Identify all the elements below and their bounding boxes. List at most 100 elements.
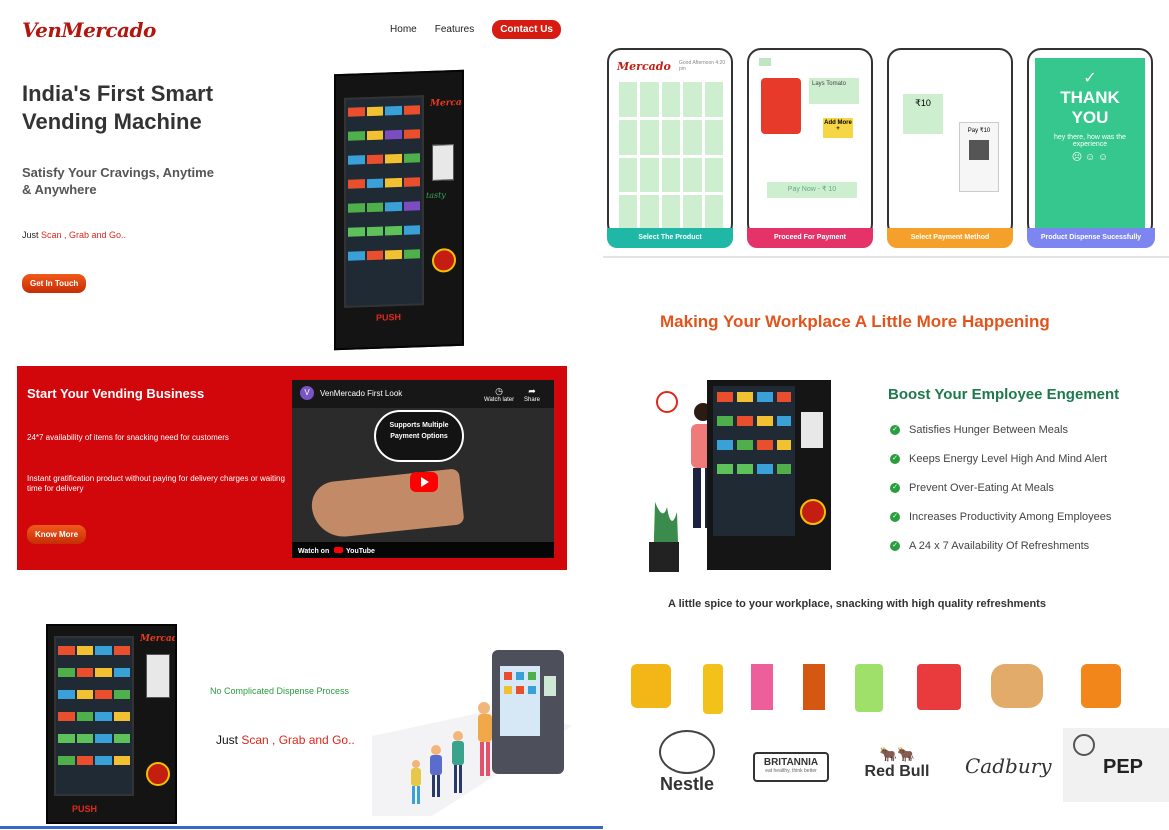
back-icon[interactable]	[759, 58, 771, 66]
payment-options-bubble: Supports Multiple Payment Options	[374, 410, 464, 462]
vending-point-availability: 24*7 availability of items for snacking …	[27, 433, 229, 442]
channel-avatar[interactable]: V	[300, 386, 314, 400]
hero-subtitle: Satisfy Your Cravings, Anytime & Anywher…	[22, 165, 214, 197]
product-name: Lays Tomato	[809, 78, 859, 104]
workplace-heading: Making Your Workplace A Little More Happ…	[660, 312, 1050, 331]
benefit-text: Prevent Over-Eating At Meals	[909, 482, 1054, 494]
share-button[interactable]: ➦ Share	[524, 386, 540, 403]
pepsico-label: PEP	[1103, 756, 1144, 778]
add-more-button[interactable]: Add More +	[823, 118, 853, 138]
machine-push-label: PUSH	[376, 311, 402, 323]
watch-on-label: Watch on	[298, 548, 330, 555]
juice-box-icon	[751, 664, 773, 710]
check-circle-icon: ✓	[890, 425, 900, 435]
tagline-highlight: Scan , Grab and Go..	[241, 733, 355, 747]
amount-card: ₹10	[903, 94, 943, 134]
bird-nest-icon	[659, 730, 715, 774]
check-circle-icon: ✓	[890, 483, 900, 493]
rating-faces-icon[interactable]: ☹ ☺ ☺	[1035, 152, 1145, 163]
tagline-prefix: Just	[216, 733, 242, 747]
britannia-logo: BRITANNIA eat healthy, think better	[753, 752, 829, 782]
you-text: YOU	[1071, 108, 1109, 127]
snack-tube-icon	[803, 664, 825, 710]
benefit-item: ✓ Increases Productivity Among Employees	[890, 511, 1111, 540]
benefit-item: ✓ Satisfies Hunger Between Meals	[890, 424, 1111, 453]
play-button-icon[interactable]	[410, 472, 438, 492]
spice-tagline: A little spice to your workplace, snacki…	[668, 598, 1046, 610]
crisps-bag-icon	[917, 664, 961, 710]
nav-features-link[interactable]: Features	[435, 24, 474, 35]
drink-bottle-icon	[703, 664, 723, 714]
clock-icon: ◷	[495, 386, 503, 396]
lays-pack-image	[761, 78, 801, 134]
watch-later-button[interactable]: ◷ Watch later	[484, 386, 514, 403]
sandwich-icon	[991, 664, 1043, 708]
youtube-label: YouTube	[346, 548, 375, 555]
contact-us-button[interactable]: Contact Us	[492, 20, 561, 39]
phone-payment-method: ₹10 Pay ₹10	[887, 48, 1013, 238]
watch-later-label: Watch later	[484, 397, 515, 403]
landing-right-panel: Mercado Good Afternoon 4:20 pm Select Th…	[603, 0, 1169, 830]
boost-engagement-title: Boost Your Employee Engement	[888, 386, 1120, 403]
landing-left-panel: VenMercado Home Features Contact Us Indi…	[0, 0, 603, 830]
youtube-video-embed[interactable]: V VenMercado First Look ◷ Watch later ➦ …	[292, 380, 554, 558]
check-circle-icon: ✓	[890, 541, 900, 551]
britannia-label: BRITANNIA	[763, 757, 819, 768]
share-icon: ➦	[528, 386, 536, 396]
nestle-logo: Nestle	[651, 730, 723, 804]
product-grid	[619, 82, 723, 230]
share-label: Share	[524, 397, 541, 403]
venmercado-logo[interactable]: VenMercado	[22, 18, 156, 42]
benefit-text: Increases Productivity Among Employees	[909, 511, 1112, 523]
benefit-item: ✓ A 24 x 7 Availability Of Refreshments	[890, 540, 1111, 569]
benefit-text: Satisfies Hunger Between Meals	[909, 424, 1068, 436]
thank-text: THANK	[1060, 88, 1120, 107]
video-title[interactable]: VenMercado First Look	[320, 389, 402, 398]
section-divider	[603, 256, 1169, 258]
check-icon: ✓	[1083, 70, 1097, 87]
dispense-vending-machine-image: Mercado PUSH	[46, 624, 177, 824]
section-divider-line	[0, 826, 603, 829]
family-vending-illustration	[372, 650, 572, 816]
youtube-icon	[334, 547, 344, 553]
man-vending-illustration	[649, 380, 831, 572]
know-more-button[interactable]: Know More	[27, 525, 87, 544]
watch-on-youtube-link[interactable]: Watch on YouTube	[298, 547, 375, 555]
machine-touchscreen	[146, 654, 170, 698]
pay-now-button[interactable]: Pay Now - ₹ 10	[767, 182, 857, 198]
vending-business-banner: Start Your Vending Business 24*7 availab…	[17, 366, 567, 570]
machine-doodle: tasty	[426, 190, 446, 201]
tagline-prefix: Just	[22, 230, 42, 240]
vending-point-gratification: Instant gratification product without pa…	[27, 474, 285, 493]
red-bull-label: Red Bull	[864, 763, 930, 780]
dispense-tagline: Just Scan , Grab and Go..	[216, 733, 355, 747]
qr-pay-label: Pay ₹10	[967, 128, 991, 134]
hero-vending-machine-image: Mercado tasty PUSH	[334, 69, 464, 351]
step-payment-method: Select Payment Method	[887, 228, 1013, 248]
phone-proceed-payment: Lays Tomato Add More + Pay Now - ₹ 10	[747, 48, 873, 238]
biscuit-pack-icon	[1081, 664, 1121, 708]
phone-dispense-success: ✓ THANK YOU hey there, how was the exper…	[1027, 48, 1153, 238]
nestle-label: Nestle	[659, 774, 715, 794]
bulls-icon: 🐂🐂	[879, 746, 915, 762]
nav-home-link[interactable]: Home	[390, 24, 417, 35]
pepsico-logo: PEP	[1063, 728, 1169, 802]
video-hand-thumbnail	[309, 468, 465, 540]
machine-badge	[432, 248, 456, 273]
page: VenMercado Home Features Contact Us Indi…	[0, 0, 1169, 830]
vending-business-title: Start Your Vending Business	[27, 386, 205, 401]
check-circle-icon: ✓	[890, 454, 900, 464]
phone-brand-logo: Mercado	[617, 60, 671, 73]
qr-code[interactable]	[969, 140, 989, 160]
no-complicated-dispense-text: No Complicated Dispense Process	[210, 686, 350, 696]
benefit-text: A 24 x 7 Availability Of Refreshments	[909, 540, 1090, 552]
soda-can-icon	[855, 664, 883, 712]
red-bull-logo: 🐂🐂 Red Bull	[857, 746, 937, 781]
machine-glass	[344, 95, 424, 308]
machine-push-label: PUSH	[72, 804, 98, 814]
benefit-text: Keeps Energy Level High And Mind Alert	[909, 453, 1108, 465]
benefit-item: ✓ Prevent Over-Eating At Meals	[890, 482, 1111, 511]
step-proceed-payment: Proceed For Payment	[747, 228, 873, 248]
machine-badge	[146, 762, 170, 786]
get-in-touch-button[interactable]: Get In Touch	[22, 274, 87, 293]
